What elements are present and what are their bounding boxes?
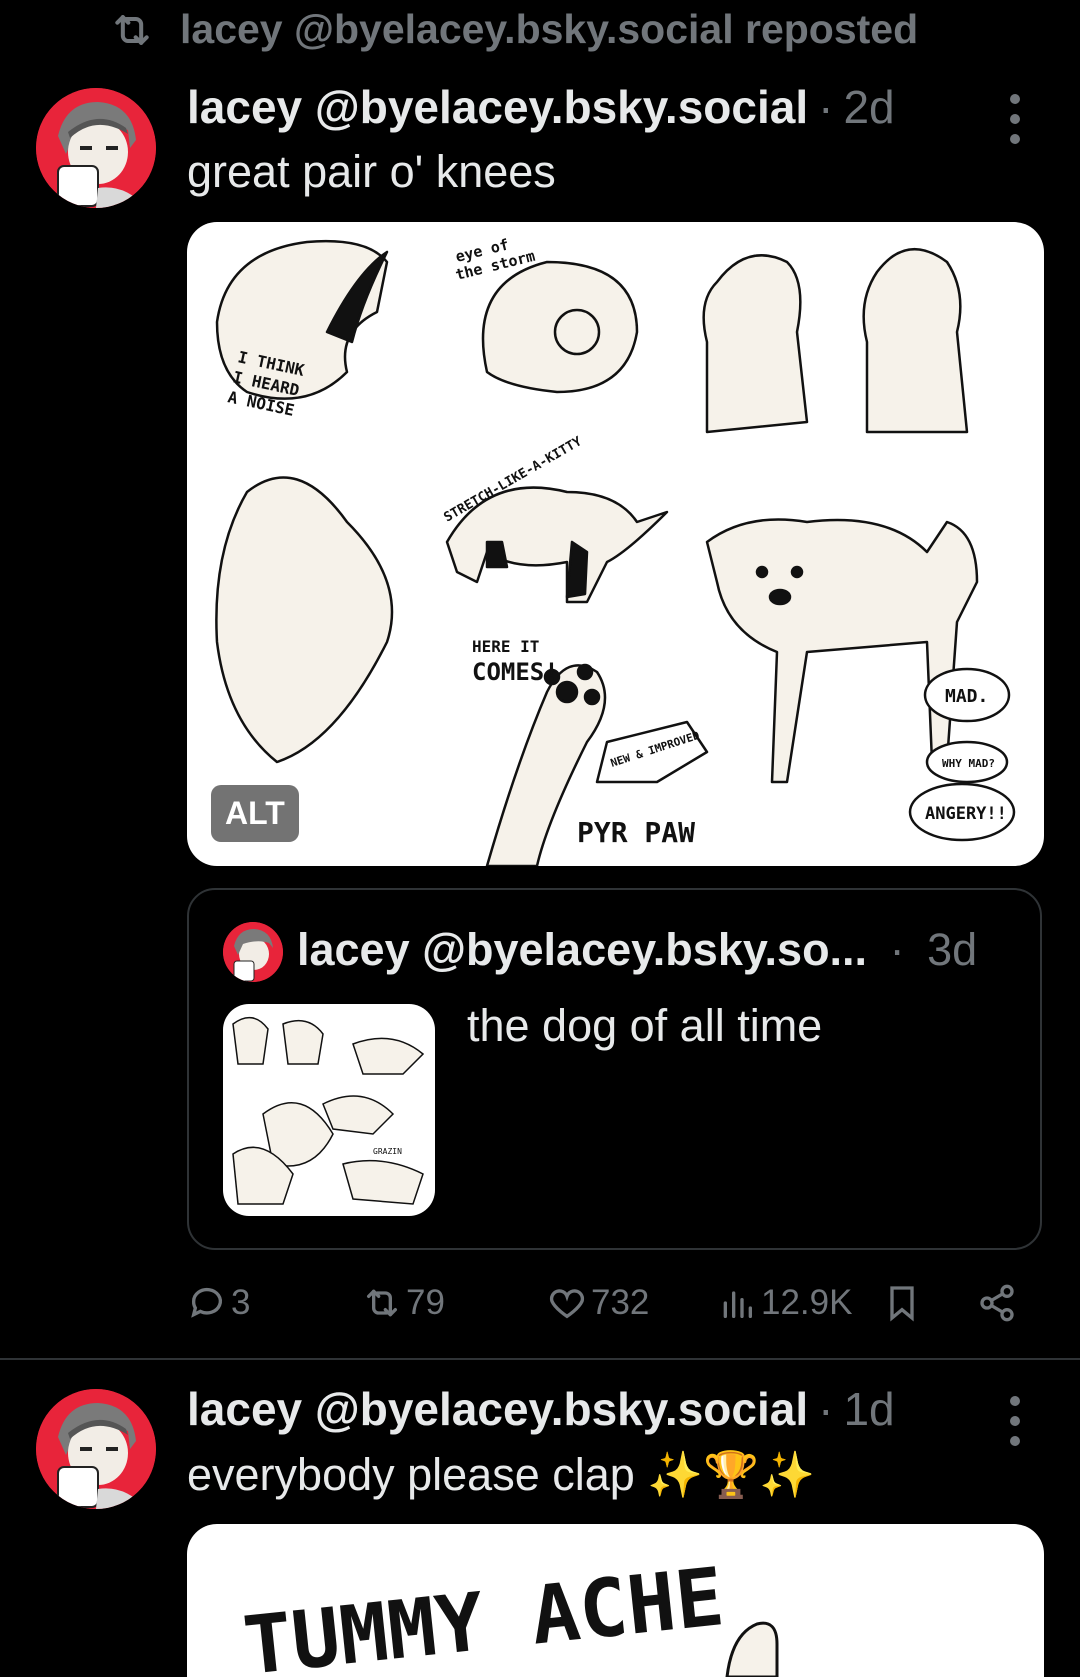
bookmark-button[interactable] xyxy=(882,1283,922,1323)
share-button[interactable] xyxy=(977,1283,1017,1323)
dot-icon xyxy=(1010,94,1020,104)
post-text: great pair o' knees xyxy=(187,146,556,197)
post-image[interactable]: TUMMY ACHE xyxy=(187,1524,1044,1677)
separator: · xyxy=(889,924,905,975)
separator: · xyxy=(818,81,834,133)
timestamp[interactable]: 1d xyxy=(843,1382,894,1436)
repost-icon xyxy=(367,1289,397,1317)
bookmark-icon xyxy=(890,1286,914,1322)
reply-icon xyxy=(191,1287,222,1318)
quoted-author-name: lacey @byelacey.bsky.so... xyxy=(297,924,868,975)
author-name[interactable]: lacey @byelacey.bsky.social xyxy=(187,1382,808,1436)
thumbnail-text: GRAZIN xyxy=(373,1147,402,1156)
media-text-here: HERE IT xyxy=(472,637,539,656)
post-image[interactable]: I THINK I HEARD A NOISE eye of the storm… xyxy=(187,222,1044,866)
media-text-why: WHY MAD? xyxy=(942,757,995,770)
like-button[interactable]: 732 xyxy=(547,1283,649,1323)
quoted-timestamp: 3d xyxy=(927,924,978,975)
dog-sketch-illustration: I THINK I HEARD A NOISE eye of the storm… xyxy=(215,235,1016,866)
avatar[interactable] xyxy=(36,1389,156,1509)
repost-count: 79 xyxy=(406,1283,445,1322)
views-button[interactable]: 12.9K xyxy=(717,1283,852,1323)
dot-icon xyxy=(1010,134,1020,144)
like-count: 732 xyxy=(591,1283,650,1322)
dot-icon xyxy=(1010,1396,1020,1406)
quoted-thumbnail[interactable]: GRAZIN xyxy=(223,1004,435,1216)
repost-button[interactable]: 79 xyxy=(362,1283,445,1323)
post-actions: 3 79 732 12.9K xyxy=(187,1273,1027,1333)
share-icon xyxy=(980,1284,1014,1322)
alt-badge[interactable]: ALT xyxy=(211,785,299,842)
dot-icon xyxy=(1010,114,1020,124)
quoted-text: the dog of all time xyxy=(467,1000,823,1051)
reply-button[interactable]: 3 xyxy=(187,1283,250,1323)
views-chart-icon xyxy=(723,1291,752,1318)
dot-icon xyxy=(1010,1436,1020,1446)
post-header: lacey @byelacey.bsky.social · 1d xyxy=(187,1382,895,1436)
post-divider xyxy=(0,1358,1080,1360)
post-header: lacey @byelacey.bsky.social · 2d xyxy=(187,80,895,134)
avatar[interactable] xyxy=(36,88,156,208)
post-text: everybody please clap ✨🏆✨ xyxy=(187,1449,816,1500)
timestamp[interactable]: 2d xyxy=(843,80,894,134)
quoted-avatar[interactable] xyxy=(223,922,283,982)
dog-sketches-thumbnail: GRAZIN xyxy=(232,1016,425,1205)
tummy-ache-illustration: TUMMY ACHE xyxy=(239,1550,779,1677)
author-name[interactable]: lacey @byelacey.bsky.social xyxy=(187,80,808,134)
quoted-post[interactable]: lacey @byelacey.bsky.so... · 3d GRAZIN t… xyxy=(187,888,1042,1250)
reply-count: 3 xyxy=(231,1283,251,1322)
more-options-button[interactable] xyxy=(1005,1396,1025,1446)
media-text-mad: MAD. xyxy=(945,686,988,707)
more-options-button[interactable] xyxy=(1005,94,1025,144)
media-text-tummy: TUMMY ACHE xyxy=(239,1550,728,1677)
repost-indicator[interactable]: lacey @byelacey.bsky.social reposted xyxy=(110,6,918,53)
views-count: 12.9K xyxy=(761,1283,853,1322)
heart-icon xyxy=(549,1289,585,1319)
repost-icon xyxy=(115,14,149,45)
repost-label: lacey @byelacey.bsky.social reposted xyxy=(180,6,919,52)
dot-icon xyxy=(1010,1416,1020,1426)
media-text-angery: ANGERY!! xyxy=(925,804,1007,824)
media-text-pyr: PYR PAW xyxy=(577,816,695,849)
media-text-comes: COMES! xyxy=(472,658,559,686)
quoted-header: lacey @byelacey.bsky.so... · 3d xyxy=(297,924,977,976)
separator: · xyxy=(818,1383,834,1435)
